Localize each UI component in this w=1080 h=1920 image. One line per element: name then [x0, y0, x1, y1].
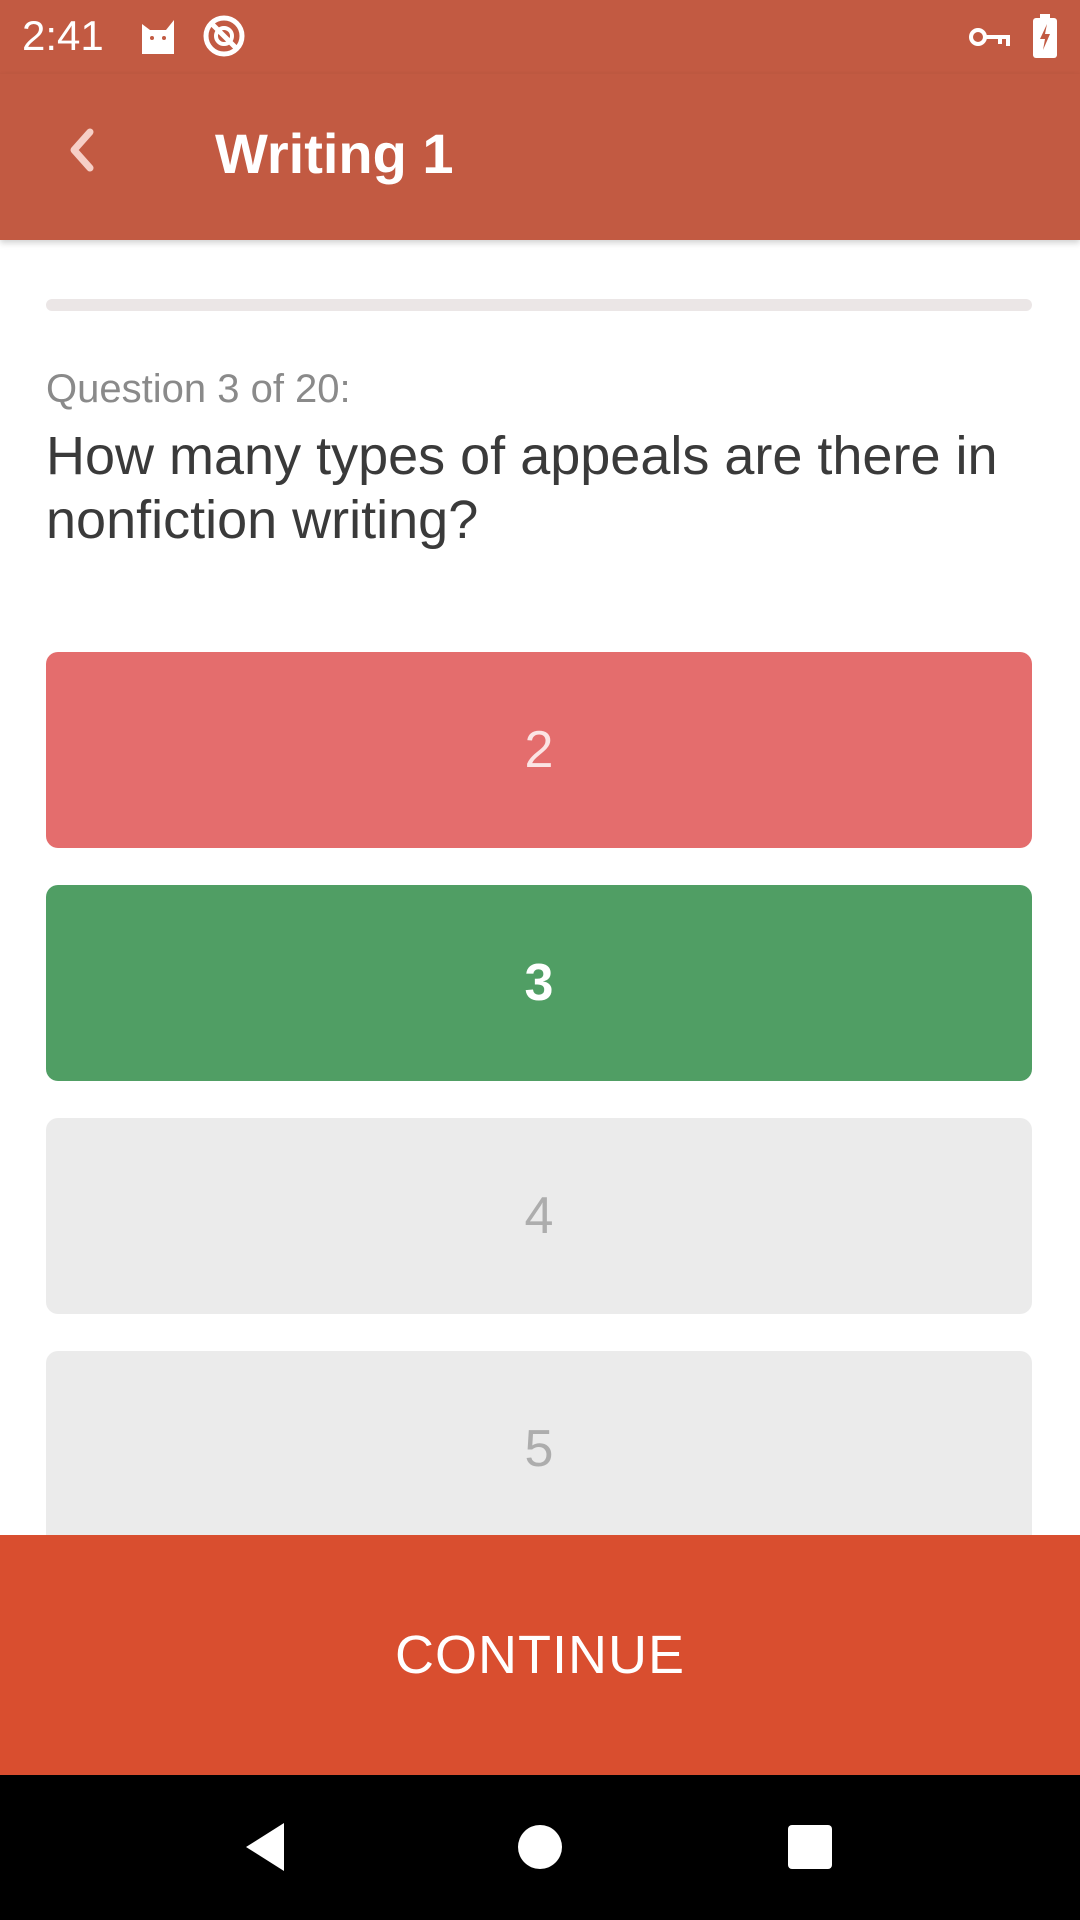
nav-recents-button[interactable]: [760, 1797, 860, 1897]
page-title: Writing 1: [215, 122, 454, 185]
quiz-progress-bar: [46, 299, 1032, 311]
question-counter: Question 3 of 20:: [46, 367, 351, 411]
cat-icon: [142, 20, 174, 54]
vpn-key-icon: [969, 28, 1010, 46]
do-not-disturb-icon: [203, 15, 245, 57]
back-button[interactable]: [46, 114, 118, 186]
battery-charging-icon: [1033, 14, 1057, 58]
chevron-left-icon: [70, 128, 94, 172]
status-time: 2:41: [22, 12, 104, 59]
app-bar: Writing 1: [0, 74, 1080, 240]
answer-option[interactable]: 5: [46, 1351, 1032, 1547]
nav-home-button[interactable]: [490, 1797, 590, 1897]
question-text: How many types of appeals are there in n…: [46, 426, 998, 550]
answer-option-wrong[interactable]: 2: [46, 652, 1032, 848]
system-nav-bar: [0, 1775, 1080, 1920]
nav-back-button[interactable]: [216, 1797, 316, 1897]
answer-option-correct[interactable]: 3: [46, 885, 1032, 1081]
back-triangle-icon: [246, 1823, 284, 1871]
home-circle-icon: [518, 1825, 562, 1869]
continue-button[interactable]: CONTINUE: [0, 1535, 1080, 1775]
recents-square-icon: [788, 1825, 832, 1869]
answer-option[interactable]: 4: [46, 1118, 1032, 1314]
status-bar: 2:41: [0, 0, 1080, 74]
